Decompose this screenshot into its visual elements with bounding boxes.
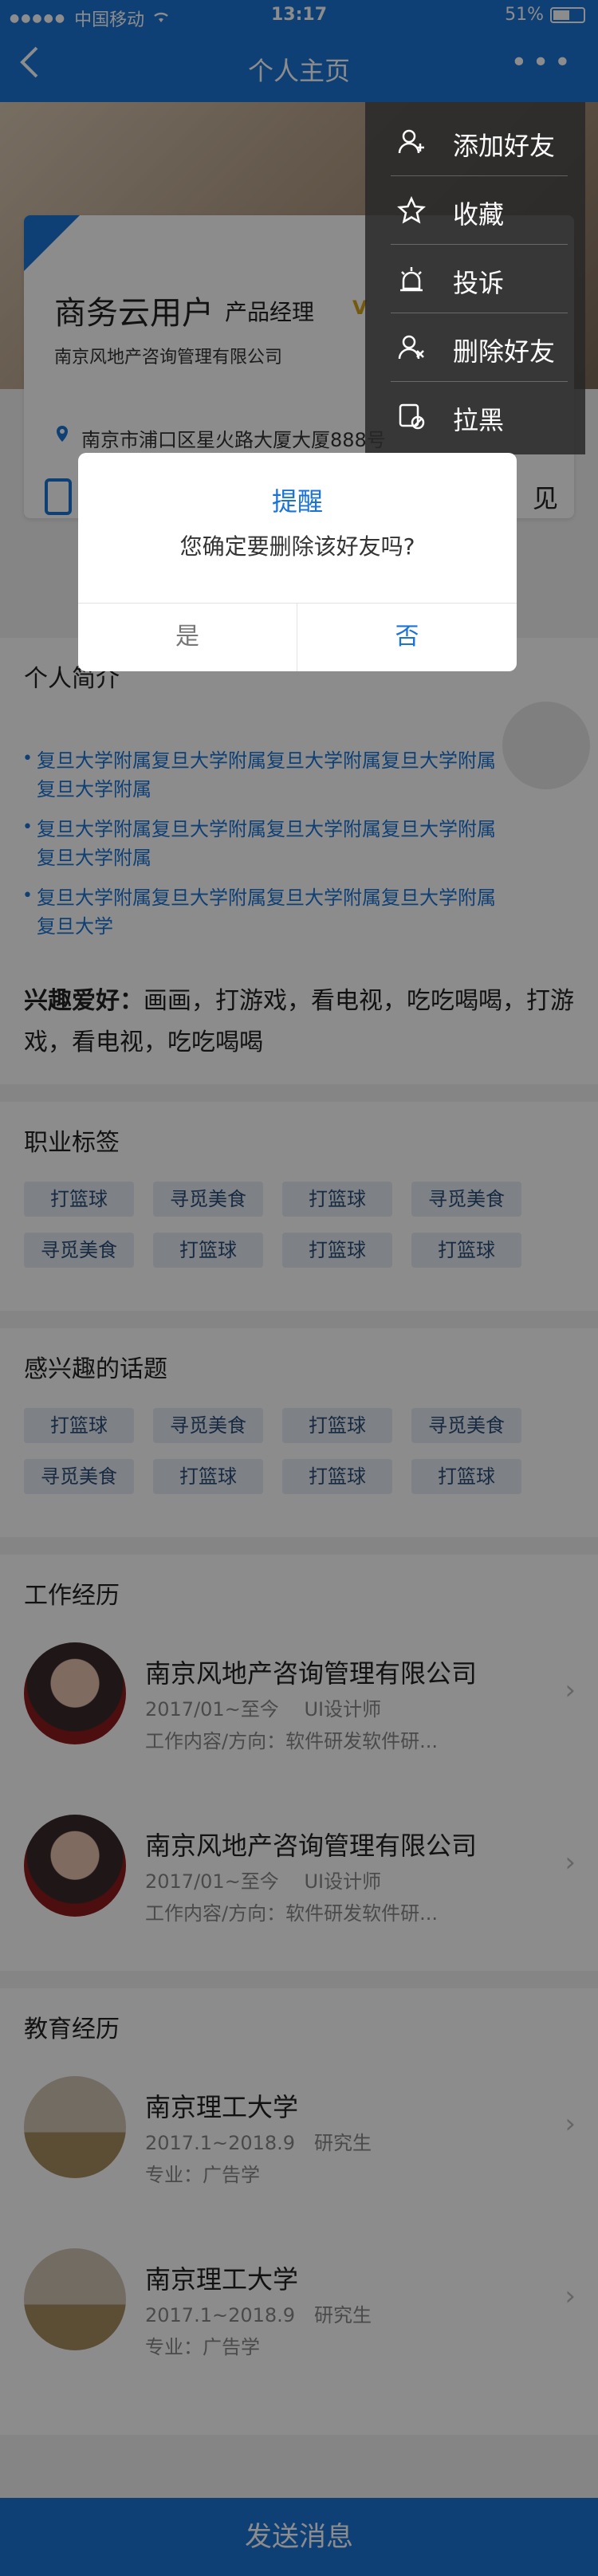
- star-icon: [396, 195, 427, 225]
- menu-item-add-friend[interactable]: 添加好友: [365, 107, 585, 175]
- menu-item-label: 拉黑: [453, 405, 505, 435]
- alarm-icon: [397, 265, 426, 293]
- dialog-yes-button[interactable]: 是: [78, 603, 297, 671]
- menu-item-block[interactable]: 拉黑: [365, 381, 585, 450]
- block-icon: [397, 402, 426, 431]
- add-user-icon: [397, 128, 426, 156]
- menu-item-favorite[interactable]: 收藏: [365, 175, 585, 244]
- dialog-no-button[interactable]: 否: [297, 603, 517, 671]
- menu-item-delete-friend[interactable]: 删除好友: [365, 313, 585, 381]
- dialog-message: 您确定要删除该好友吗?: [179, 533, 415, 560]
- remove-user-icon: [397, 333, 426, 362]
- menu-item-label: 收藏: [453, 199, 505, 230]
- menu-item-label: 添加好友: [453, 131, 556, 161]
- menu-item-label: 删除好友: [453, 336, 556, 367]
- menu-item-report[interactable]: 投诉: [365, 244, 585, 313]
- menu-item-label: 投诉: [453, 268, 505, 298]
- more-menu: 添加好友 收藏 投诉 删除好友 拉黑: [365, 102, 585, 454]
- dialog-title: 提醒: [271, 486, 323, 517]
- confirm-dialog: 提醒 您确定要删除该好友吗? 是 否: [78, 453, 517, 671]
